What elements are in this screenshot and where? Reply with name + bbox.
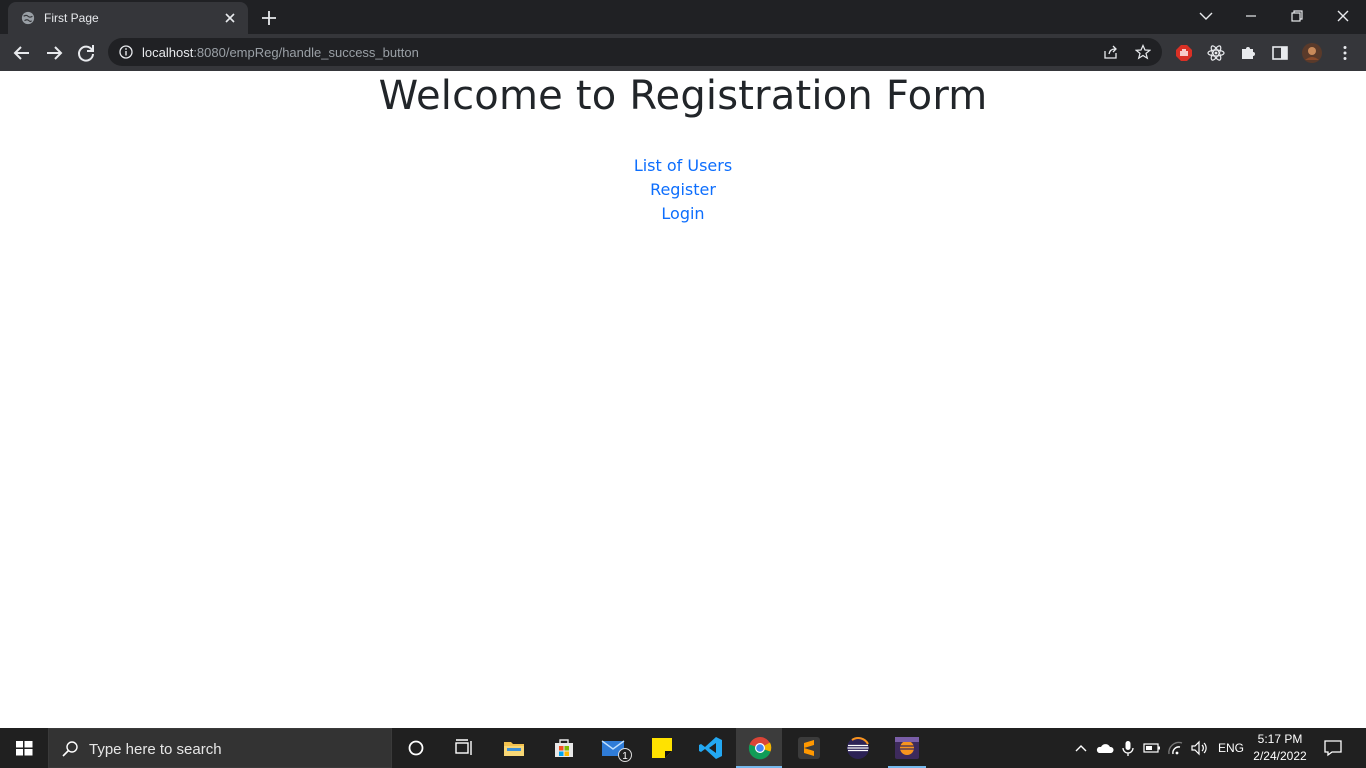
clock-time: 5:17 PM — [1257, 732, 1303, 746]
search-icon — [62, 741, 78, 757]
tab-title: First Page — [44, 11, 99, 25]
login-link[interactable]: Login — [0, 202, 1366, 226]
cortana-icon[interactable] — [402, 734, 430, 762]
list-of-users-link[interactable]: List of Users — [0, 154, 1366, 178]
minimize-icon[interactable] — [1237, 4, 1265, 28]
onedrive-icon[interactable] — [1095, 738, 1115, 758]
windows-start-icon[interactable] — [0, 728, 48, 768]
mail-icon[interactable]: 1 — [600, 734, 634, 762]
extensions-icon[interactable] — [1239, 44, 1257, 62]
windows-taskbar: Type here to search 1 ENG 5:17 PM 2/24/2… — [0, 728, 1366, 768]
microphone-icon[interactable] — [1118, 738, 1138, 758]
mail-badge: 1 — [622, 751, 628, 762]
browser-toolbar: localhost:8080/empReg/handle_success_but… — [0, 34, 1366, 71]
microsoft-store-icon[interactable] — [550, 734, 578, 762]
show-hidden-icons-icon[interactable] — [1071, 738, 1091, 758]
clock-date: 2/24/2022 — [1253, 749, 1307, 763]
back-icon[interactable] — [10, 41, 34, 65]
side-panel-icon[interactable] — [1271, 44, 1289, 62]
file-explorer-icon[interactable] — [500, 734, 528, 762]
sublime-text-icon[interactable] — [795, 734, 823, 762]
profile-avatar[interactable] — [1302, 43, 1322, 63]
url-text: localhost:8080/empReg/handle_success_but… — [142, 45, 419, 60]
clock[interactable]: 5:17 PM 2/24/2022 — [1246, 731, 1314, 765]
wifi-icon[interactable] — [1166, 738, 1186, 758]
browser-tab-strip: First Page — [0, 0, 1366, 34]
share-icon[interactable] — [1103, 44, 1119, 60]
info-icon[interactable] — [119, 45, 133, 59]
eclipse-jee-icon[interactable] — [893, 734, 921, 762]
vscode-icon[interactable] — [697, 734, 725, 762]
nav-links: List of Users Register Login — [0, 154, 1366, 226]
volume-icon[interactable] — [1189, 738, 1209, 758]
register-link[interactable]: Register — [0, 178, 1366, 202]
notifications-icon[interactable] — [1323, 738, 1343, 758]
search-placeholder: Type here to search — [89, 741, 222, 758]
screen: First Page localhost:8080/empReg/handle_… — [0, 0, 1366, 768]
close-window-icon[interactable] — [1329, 4, 1357, 28]
url-path: :8080/empReg/handle_success_button — [193, 45, 419, 60]
sticky-notes-icon[interactable] — [648, 734, 676, 762]
input-language[interactable]: ENG — [1218, 741, 1244, 755]
tab-search-icon[interactable] — [1192, 4, 1220, 28]
battery-icon[interactable] — [1142, 738, 1162, 758]
chrome-icon[interactable] — [746, 734, 774, 762]
close-tab-icon[interactable] — [222, 10, 238, 26]
page-content: Welcome to Registration Form List of Use… — [0, 71, 1366, 728]
forward-icon[interactable] — [42, 41, 66, 65]
new-tab-icon[interactable] — [258, 7, 280, 29]
reload-icon[interactable] — [74, 41, 98, 65]
address-bar[interactable]: localhost:8080/empReg/handle_success_but… — [108, 38, 1162, 66]
react-devtools-icon[interactable] — [1207, 44, 1225, 62]
browser-tab[interactable]: First Page — [8, 2, 248, 34]
globe-icon — [21, 11, 35, 25]
page-heading: Welcome to Registration Form — [378, 73, 988, 119]
task-view-icon[interactable] — [450, 734, 478, 762]
menu-icon[interactable] — [1336, 44, 1354, 62]
eclipse-icon[interactable] — [844, 734, 872, 762]
adblock-icon[interactable] — [1175, 44, 1193, 62]
url-host: localhost — [142, 45, 194, 60]
taskbar-search-box[interactable]: Type here to search — [48, 728, 392, 768]
restore-icon[interactable] — [1283, 4, 1311, 28]
star-icon[interactable] — [1135, 44, 1151, 60]
